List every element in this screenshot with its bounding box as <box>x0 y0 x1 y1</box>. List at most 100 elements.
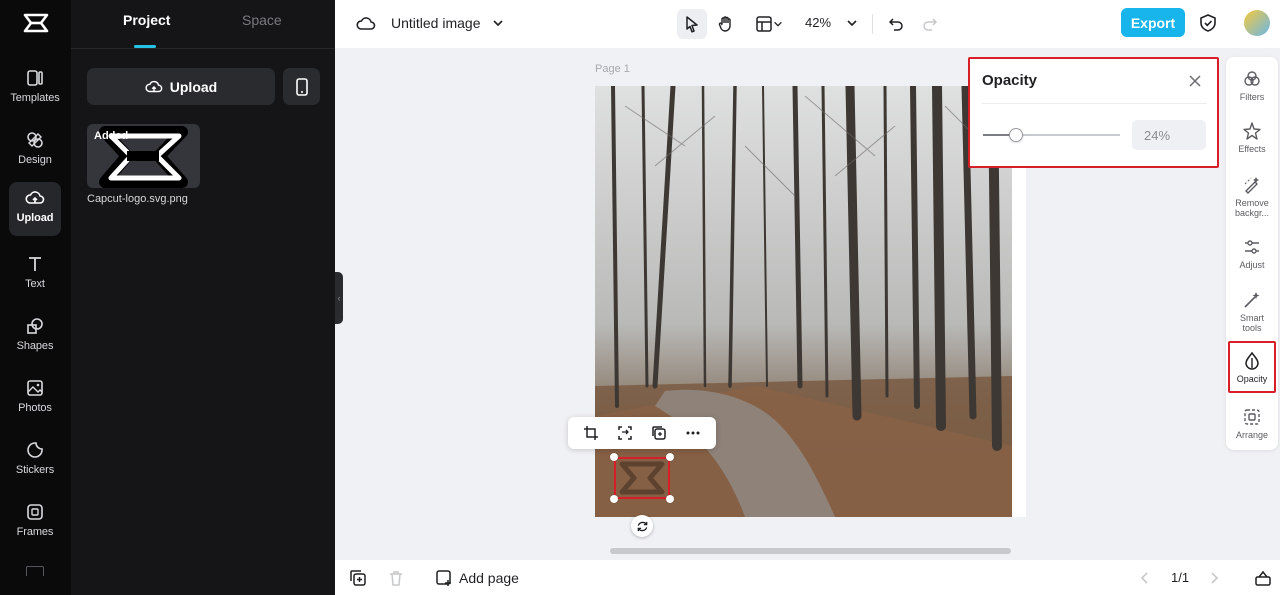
rail-item-design[interactable]: Design <box>9 124 61 178</box>
pages-panel-toggle-icon[interactable] <box>1254 569 1272 587</box>
tab-space[interactable]: Space <box>242 12 282 28</box>
rail-item-stickers[interactable]: Stickers <box>9 434 61 488</box>
resize-handle[interactable] <box>610 453 618 461</box>
chevron-right-icon[interactable] <box>1205 569 1223 587</box>
upload-cloud-icon <box>145 80 163 92</box>
delete-page-icon[interactable] <box>387 569 405 587</box>
popup-divider <box>982 103 1207 104</box>
rail-item-label: Templates <box>10 92 60 104</box>
chevron-down-icon <box>774 21 782 27</box>
rail-item-label: Text <box>25 278 45 290</box>
left-rail: Templates Design Upload Text Shapes Phot… <box>0 0 71 595</box>
rail-item-photos[interactable]: Photos <box>9 372 61 426</box>
text-icon <box>29 257 41 271</box>
rail-item-label: Stickers <box>15 464 55 476</box>
chevron-left-icon[interactable] <box>1136 569 1154 587</box>
tool-smart-tools[interactable]: Smart tools <box>1228 290 1276 333</box>
opacity-popup: Opacity <box>968 57 1219 168</box>
asset-thumbnail[interactable]: Added <box>87 124 200 188</box>
redo-button[interactable] <box>915 9 945 39</box>
collapse-panel-handle[interactable]: ‹ <box>335 272 343 324</box>
tool-filters[interactable]: Filters <box>1228 69 1276 102</box>
layout-icon <box>756 16 772 32</box>
close-icon[interactable] <box>1187 73 1203 89</box>
page-label: Page 1 <box>595 63 630 75</box>
undo-button[interactable] <box>881 9 911 39</box>
opacity-slider-thumb[interactable] <box>1008 128 1023 142</box>
rail-item-templates[interactable]: Templates <box>9 62 61 116</box>
rail-item-label: Design <box>18 154 52 166</box>
effects-star-icon <box>1243 122 1261 140</box>
duplicate-page-icon[interactable] <box>349 569 367 587</box>
rail-item-label: Photos <box>18 402 52 414</box>
export-button[interactable]: Export <box>1121 8 1185 37</box>
tool-label: Adjust <box>1239 260 1265 270</box>
tool-label: Opacity <box>1236 373 1268 384</box>
rail-item-frames[interactable]: Frames <box>9 496 61 550</box>
chevron-down-icon[interactable] <box>492 17 504 29</box>
resize-handle[interactable] <box>610 495 618 503</box>
layout-menu-button[interactable] <box>749 9 789 39</box>
upload-button[interactable]: Upload <box>87 68 275 105</box>
tool-remove-background[interactable]: Remove backgr... <box>1228 175 1276 218</box>
tool-opacity[interactable]: Opacity <box>1228 341 1276 393</box>
resize-handle[interactable] <box>666 453 674 461</box>
forest-path-image <box>595 86 1012 517</box>
selection-highlight <box>614 457 670 499</box>
add-page-icon <box>436 570 451 586</box>
opacity-value-input[interactable] <box>1132 120 1206 150</box>
page-counter: 1/1 <box>1171 570 1190 585</box>
upload-button-label: Upload <box>169 78 218 95</box>
rail-item-shapes[interactable]: Shapes <box>9 310 61 364</box>
library-panel: Project Space Upload Added Capcut-logo.s… <box>71 0 335 595</box>
document-title[interactable]: Untitled image <box>391 15 481 31</box>
duplicate-button[interactable] <box>649 423 669 443</box>
rotate-handle[interactable] <box>631 515 653 537</box>
filters-icon <box>1244 71 1260 86</box>
top-bar: Untitled image 42% Export <box>335 0 1280 48</box>
hand-tool-button[interactable] <box>711 9 741 39</box>
tool-label: Filters <box>1239 92 1265 102</box>
more-icon <box>26 566 44 576</box>
resize-handle[interactable] <box>666 495 674 503</box>
tool-label: Smart tools <box>1239 313 1264 333</box>
zoom-level[interactable]: 42% <box>805 15 831 30</box>
frames-icon <box>27 504 43 520</box>
right-tool-rail: Filters Effects Remove backgr... Adjust … <box>1226 57 1278 450</box>
capcut-logo-icon[interactable] <box>22 9 50 37</box>
tool-label: Arrange <box>1235 430 1269 440</box>
remove-background-icon <box>1244 177 1259 194</box>
pointer-icon <box>686 16 698 33</box>
stickers-icon <box>27 442 43 458</box>
rail-item-text[interactable]: Text <box>9 248 61 302</box>
tool-arrange[interactable]: Arrange <box>1228 407 1276 440</box>
asset-filename: Capcut-logo.svg.png <box>87 193 188 205</box>
select-tool-button[interactable] <box>677 9 707 39</box>
forest-photo[interactable] <box>595 86 1012 517</box>
rail-item-label: Shapes <box>16 340 54 352</box>
tool-effects[interactable]: Effects <box>1228 121 1276 154</box>
add-page-button[interactable]: Add page <box>435 569 519 587</box>
replace-button[interactable] <box>615 423 635 443</box>
rotate-icon <box>637 521 647 531</box>
rail-item-upload[interactable]: Upload <box>9 182 61 236</box>
adjust-sliders-icon <box>1245 240 1259 254</box>
crop-icon <box>584 426 598 440</box>
shield-check-icon[interactable] <box>1199 13 1217 33</box>
tab-project[interactable]: Project <box>123 12 170 28</box>
element-context-toolbar <box>568 417 716 449</box>
phone-icon <box>295 77 308 96</box>
hand-icon <box>718 16 731 32</box>
tool-adjust[interactable]: Adjust <box>1228 237 1276 270</box>
bottom-bar: Add page 1/1 <box>335 560 1280 595</box>
more-options-button[interactable] <box>683 423 703 443</box>
toolbar-divider <box>872 14 873 34</box>
horizontal-scrollbar[interactable] <box>610 548 1011 554</box>
rail-item-label: Upload <box>16 212 54 224</box>
cloud-sync-icon[interactable] <box>356 14 376 32</box>
chevron-down-icon[interactable] <box>846 17 858 29</box>
user-avatar[interactable] <box>1244 10 1270 36</box>
upload-from-phone-button[interactable] <box>283 68 320 105</box>
crop-button[interactable] <box>581 423 601 443</box>
magic-wand-icon <box>1244 292 1260 308</box>
